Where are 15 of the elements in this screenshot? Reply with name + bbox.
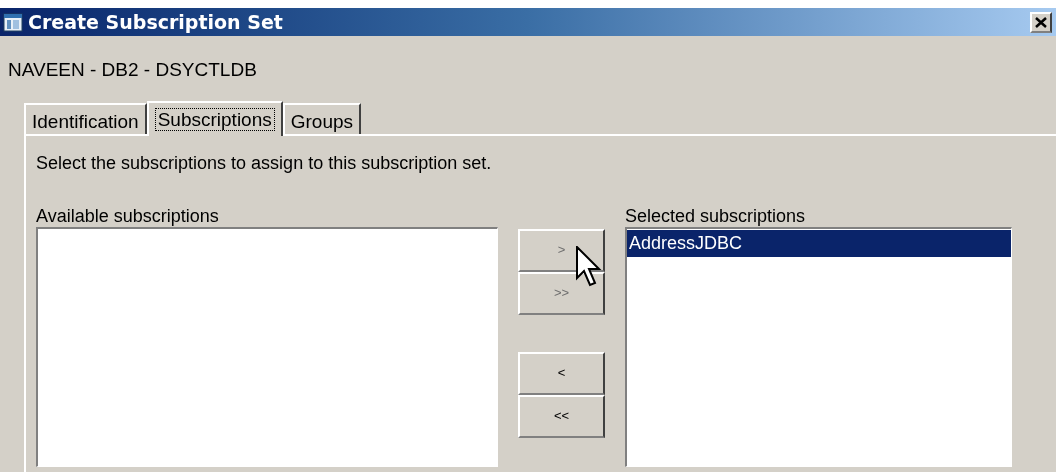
app-icon (2, 11, 24, 33)
window-title: Create Subscription Set (28, 9, 284, 35)
tab[interactable]: Subscriptions (146, 100, 283, 136)
mouse-cursor-icon (576, 246, 602, 288)
list-label: Selected subscriptions (625, 204, 807, 225)
instruction-text: Select the subscriptions to assign to this subscription set. (36, 151, 493, 175)
close-icon (1035, 16, 1047, 28)
list-label: Available subscriptions (36, 204, 220, 225)
tab[interactable]: Groups (282, 102, 362, 134)
move-button[interactable]: < (518, 351, 605, 395)
move-button[interactable]: << (518, 394, 605, 438)
list-item[interactable]: AddressJDBC (627, 229, 1011, 257)
connection-label: NAVEEN - DB2 - DSYCTLDB (8, 58, 258, 82)
tab[interactable]: Identification (24, 102, 147, 134)
close-button[interactable] (1030, 11, 1052, 33)
